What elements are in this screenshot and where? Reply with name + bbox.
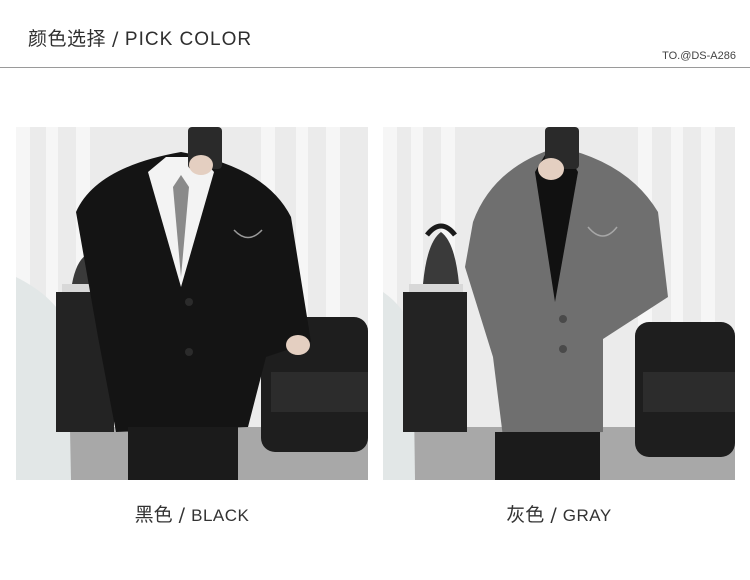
black-name-en: BLACK [191, 506, 250, 525]
title-separator: / [112, 28, 119, 50]
gray-option-caption[interactable]: 灰色 / GRAY [383, 500, 735, 527]
header-divider [0, 67, 750, 68]
gray-option-photo[interactable] [383, 127, 735, 480]
gray-name-en: GRAY [562, 506, 612, 525]
black-name-cn: 黑色 [134, 504, 173, 526]
black-option-photo[interactable] [16, 127, 368, 480]
gray-separator: / [550, 504, 557, 526]
black-separator: / [178, 504, 186, 526]
page-title: 颜色选择 / PICK COLOR [28, 24, 252, 51]
product-code: TO.@DS-A286 [662, 50, 736, 62]
black-option-caption[interactable]: 黑色 / BLACK [16, 500, 368, 527]
title-en: PICK COLOR [124, 29, 253, 50]
gray-name-cn: 灰色 [506, 504, 545, 526]
title-cn: 颜色选择 [28, 28, 107, 50]
